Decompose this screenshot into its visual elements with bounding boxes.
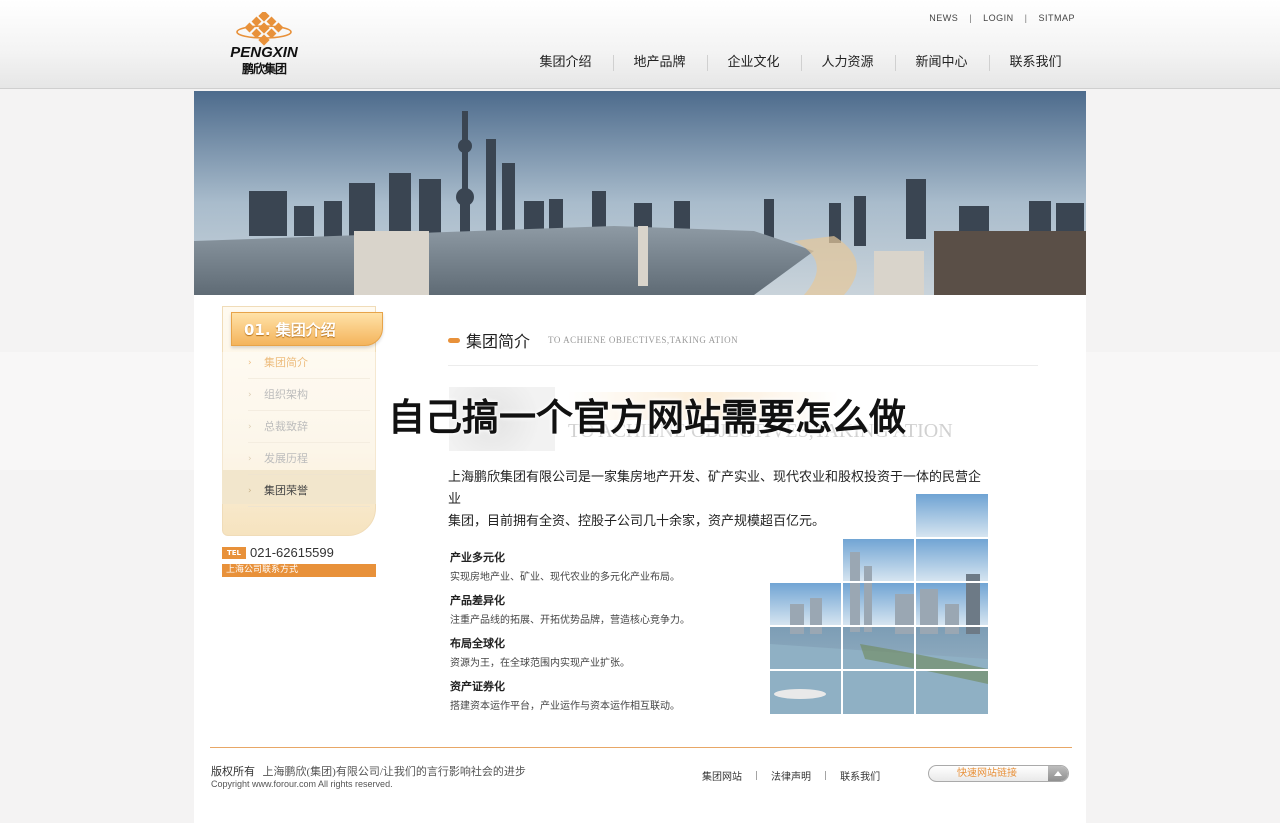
nav-item-human-resources[interactable]: 人力资源 <box>800 52 894 74</box>
quick-links-label: 快速网站链接 <box>957 768 1017 779</box>
nav-item-corporate-culture[interactable]: 企业文化 <box>706 52 800 74</box>
feature-title: 资产证券化 <box>450 680 505 693</box>
sidebar-item-label: 集团荣誉 <box>264 484 308 497</box>
tel-badge: TEL <box>222 547 246 559</box>
top-utility-nav: NEWS | LOGIN | SITMAP <box>929 13 1075 23</box>
skyline-image <box>194 91 1086 295</box>
overlay-headline: 自己搞一个官方网站需要怎么做 <box>388 396 906 439</box>
sidebar-item-honors[interactable]: › 集团荣誉 <box>248 475 370 507</box>
footer-links: 集团网站 | 法律声明 | 联系我们 <box>702 768 880 784</box>
nav-item-contact-us[interactable]: 联系我们 <box>988 52 1082 74</box>
feature-list: 产业多元化 实现房地产业、矿业、现代农业的多元化产业布局。 产品差异化 注重产品… <box>450 547 760 719</box>
city-mosaic-graphic <box>770 494 988 714</box>
nav-item-property-brand[interactable]: 地产品牌 <box>612 52 706 74</box>
footer-link-legal[interactable]: 法律声明 <box>771 768 811 783</box>
login-link[interactable]: LOGIN <box>983 13 1014 23</box>
footer-divider <box>210 747 1072 748</box>
footer-separator: | <box>755 770 759 781</box>
section-heading: 集团简介 TO ACHIENE OBJECTIVES,TAKING ATION <box>448 328 738 352</box>
copyright-text: Copyright www.forour.com All rights rese… <box>211 779 393 789</box>
main-nav: 集团介绍 地产品牌 企业文化 人力资源 新闻中心 联系我们 <box>518 52 1082 74</box>
feature-description: 搭建资本运作平台，产业运作与资本运作相互联动。 <box>450 701 680 712</box>
nav-item-news-center[interactable]: 新闻中心 <box>894 52 988 74</box>
top-nav-separator: | <box>1024 13 1028 23</box>
feature-description: 实现房地产业、矿业、现代农业的多元化产业布局。 <box>450 572 680 583</box>
logo-english-text: PENGXIN <box>230 44 298 61</box>
rights-label: 版权所有 <box>211 765 255 778</box>
footer-rights: 版权所有 上海鹏欣(集团)有限公司/让我们的言行影响社会的进步 <box>211 763 526 779</box>
section-subtitle: TO ACHIENE OBJECTIVES,TAKING ATION <box>548 335 739 345</box>
feature-title: 产品差异化 <box>450 594 505 607</box>
shanghai-contact-link[interactable]: 上海公司联系方式 <box>222 564 376 577</box>
company-name: 上海鹏欣(集团)有限公司/让我们的言行影响社会的进步 <box>262 766 526 778</box>
feature-description: 资源为王，在全球范围内实现产业扩张。 <box>450 658 630 669</box>
section-title: 集团简介 <box>466 332 531 351</box>
site-header: PENGXIN 鹏欣集团 NEWS | LOGIN | SITMAP 集团介绍 … <box>0 0 1280 89</box>
footer-link-contact[interactable]: 联系我们 <box>840 768 880 783</box>
quick-links-select[interactable]: 快速网站链接 <box>928 765 1069 782</box>
sidebar-section-title: 01. 集团介绍 <box>244 321 336 339</box>
chevron-up-icon[interactable] <box>1048 766 1068 781</box>
logo-chinese-text: 鹏欣集团 <box>241 62 287 76</box>
feature-title: 产业多元化 <box>450 551 505 564</box>
tel-number: 021-62615599 <box>250 545 334 560</box>
sitemap-link[interactable]: SITMAP <box>1038 13 1075 23</box>
footer-link-group-site[interactable]: 集团网站 <box>702 768 742 783</box>
city-skyline-banner <box>194 91 1086 295</box>
telephone-block: TEL 021-62615599 <box>222 545 376 560</box>
news-link[interactable]: NEWS <box>929 13 958 23</box>
site-logo[interactable]: PENGXIN 鹏欣集团 <box>222 12 306 76</box>
top-nav-separator: | <box>969 13 973 23</box>
feature-description: 注重产品线的拓展、开拓优势品牌，营造核心竞争力。 <box>450 615 690 626</box>
feature-title: 布局全球化 <box>450 637 505 650</box>
logo-diamond-icon <box>236 12 292 46</box>
sidebar-section-tab: 01. 集团介绍 <box>231 312 383 346</box>
nav-item-group-intro[interactable]: 集团介绍 <box>518 52 612 74</box>
city-mosaic-image <box>770 494 988 714</box>
footer-separator: | <box>824 770 828 781</box>
heading-bullet-icon <box>448 337 460 343</box>
chevron-right-icon: › <box>248 486 252 496</box>
